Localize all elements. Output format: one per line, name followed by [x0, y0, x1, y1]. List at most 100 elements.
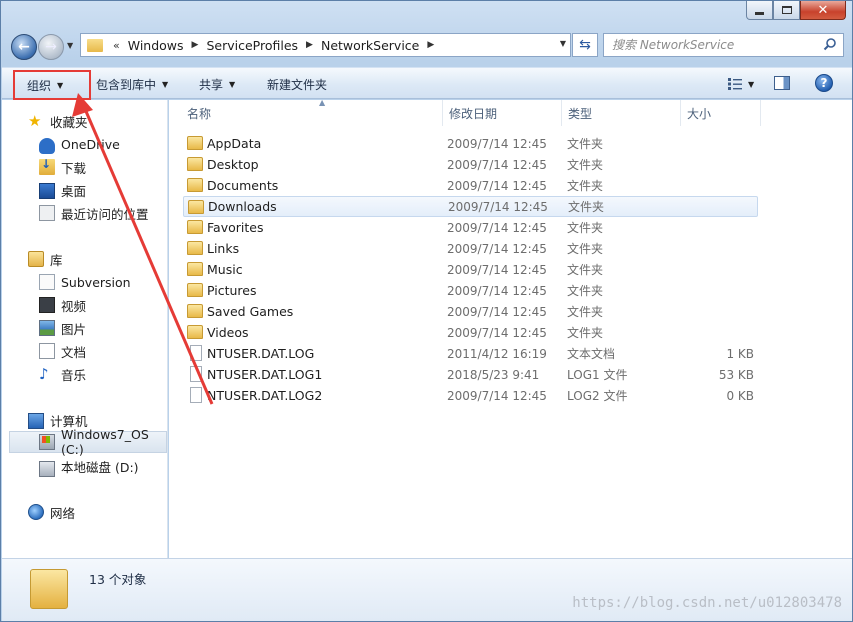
download-folder-icon	[39, 157, 55, 175]
search-icon[interactable]	[823, 37, 837, 51]
arrow-left-icon: ←	[18, 39, 30, 55]
column-date-label: 修改日期	[449, 106, 498, 121]
file-row[interactable]: Downloads 2009/7/14 12:45 文件夹	[183, 196, 758, 217]
cloud-icon	[39, 137, 55, 154]
chevron-right-icon[interactable]: ▶	[192, 40, 199, 50]
share-button[interactable]: 共享 ▼	[189, 71, 245, 97]
organize-label: 组织	[27, 78, 52, 93]
file-row[interactable]: NTUSER.DAT.LOG1 2018/5/23 9:41 LOG1 文件 53 K…	[183, 364, 758, 385]
nav-favorites-label: 收藏夹	[50, 114, 88, 130]
close-button[interactable]: ✕	[800, 1, 846, 20]
picture-icon	[39, 320, 55, 336]
nav-drive-d[interactable]: 本地磁盘 (D:)	[2, 455, 168, 477]
file-date: 2009/7/14 12:45	[447, 304, 547, 319]
file-row[interactable]: Pictures 2009/7/14 12:45 文件夹	[183, 280, 758, 301]
file-name: NTUSER.DAT.LOG	[207, 346, 315, 361]
forward-button[interactable]: →	[38, 34, 64, 60]
column-header-name[interactable]: 名称 ▲	[181, 98, 443, 126]
dropdown-arrow-icon: ▼	[162, 79, 169, 89]
search-input[interactable]	[612, 38, 822, 52]
item-count: 13 个对象	[89, 572, 147, 587]
folder-icon	[187, 220, 203, 234]
file-type: 文件夹	[567, 284, 604, 298]
new-folder-button[interactable]: 新建文件夹	[257, 71, 337, 97]
column-header-type[interactable]: 类型	[562, 100, 681, 126]
dropdown-arrow-icon: ▼	[748, 79, 755, 89]
file-row[interactable]: NTUSER.DAT.LOG 2011/4/12 16:19 文本文档 1 KB	[183, 343, 758, 364]
file-row[interactable]: Saved Games 2009/7/14 12:45 文件夹	[183, 301, 758, 322]
nav-libraries[interactable]: 库	[2, 248, 168, 270]
file-name: Pictures	[207, 283, 257, 298]
file-row[interactable]: Documents 2009/7/14 12:45 文件夹	[183, 175, 758, 196]
file-type: 文件夹	[567, 221, 604, 235]
file-date: 2009/7/14 12:45	[447, 157, 547, 172]
nav-onedrive[interactable]: OneDrive	[2, 133, 168, 155]
file-icon	[190, 366, 202, 382]
breadcrumb-serviceprofiles[interactable]: ServiceProfiles	[206, 38, 298, 53]
breadcrumb-networkservice[interactable]: NetworkService	[321, 38, 419, 53]
address-history-dropdown[interactable]: ▼	[560, 39, 566, 48]
computer-icon	[28, 413, 44, 429]
preview-pane-button[interactable]	[774, 76, 790, 90]
file-row[interactable]: Desktop 2009/7/14 12:45 文件夹	[183, 154, 758, 175]
file-row[interactable]: Favorites 2009/7/14 12:45 文件夹	[183, 217, 758, 238]
address-row: ← → ▼ « Windows ▶ ServiceProfiles ▶ Netw…	[1, 29, 853, 63]
file-date: 2009/7/14 12:45	[448, 199, 548, 214]
nav-favorites[interactable]: ★ 收藏夹	[2, 110, 168, 132]
help-button[interactable]: ?	[815, 74, 833, 92]
dropdown-arrow-icon: ▼	[57, 80, 64, 90]
library-icon	[28, 251, 44, 267]
file-row[interactable]: AppData 2009/7/14 12:45 文件夹	[183, 133, 758, 154]
folder-icon	[187, 325, 203, 339]
file-name: Favorites	[207, 220, 264, 235]
maximize-button[interactable]	[773, 1, 800, 20]
chevron-right-icon[interactable]: ▶	[427, 40, 434, 50]
nav-pictures[interactable]: 图片	[2, 317, 168, 339]
nav-subversion[interactable]: Subversion	[2, 271, 168, 293]
nav-downloads-label: 下载	[61, 160, 87, 176]
nav-libraries-label: 库	[50, 252, 63, 268]
nav-downloads[interactable]: 下载	[2, 156, 168, 178]
nav-network[interactable]: 网络	[2, 501, 168, 523]
file-date: 2009/7/14 12:45	[447, 241, 547, 256]
view-options-button[interactable]: ▼	[718, 71, 764, 97]
sort-ascending-icon: ▲	[319, 98, 326, 107]
nav-recent-places[interactable]: 最近访问的位置	[2, 202, 168, 224]
breadcrumb-overflow[interactable]: «	[113, 39, 120, 52]
nav-documents-label: 文档	[61, 344, 87, 360]
file-row[interactable]: NTUSER.DAT.LOG2 2009/7/14 12:45 LOG2 文件 0 K…	[183, 385, 758, 406]
recent-pages-dropdown[interactable]: ▼	[67, 41, 73, 50]
minimize-button[interactable]	[746, 1, 773, 20]
refresh-button[interactable]: ⇆	[572, 33, 598, 57]
file-type: 文件夹	[567, 263, 604, 277]
nav-videos[interactable]: 视频	[2, 294, 168, 316]
nav-drive-c[interactable]: Windows7_OS (C:)	[9, 427, 167, 457]
nav-videos-label: 视频	[61, 298, 87, 314]
file-date: 2018/5/23 9:41	[447, 367, 540, 382]
breadcrumb-windows[interactable]: Windows	[128, 38, 184, 53]
include-in-library-button[interactable]: 包含到库中 ▼	[86, 71, 178, 97]
nav-music[interactable]: ♪ 音乐	[2, 363, 168, 385]
file-size: 0 KB	[726, 388, 754, 403]
nav-desktop[interactable]: 桌面	[2, 179, 168, 201]
file-row[interactable]: Videos 2009/7/14 12:45 文件夹	[183, 322, 758, 343]
column-header-size[interactable]: 大小	[681, 100, 761, 126]
back-button[interactable]: ←	[11, 34, 37, 60]
column-type-label: 类型	[568, 106, 593, 121]
include-in-library-label: 包含到库中	[96, 77, 157, 92]
address-bar[interactable]: « Windows ▶ ServiceProfiles ▶ NetworkSer…	[80, 33, 571, 57]
column-name-label: 名称	[187, 106, 212, 121]
minimize-icon	[755, 11, 764, 15]
arrow-right-icon: →	[45, 39, 57, 55]
organize-button[interactable]: 组织 ▼	[13, 70, 91, 100]
folder-icon	[87, 38, 103, 52]
file-type: 文件夹	[568, 200, 605, 214]
nav-documents[interactable]: 文档	[2, 340, 168, 362]
chevron-right-icon[interactable]: ▶	[306, 40, 313, 50]
file-row[interactable]: Links 2009/7/14 12:45 文件夹	[183, 238, 758, 259]
column-header-date[interactable]: 修改日期	[443, 100, 562, 126]
file-row[interactable]: Music 2009/7/14 12:45 文件夹	[183, 259, 758, 280]
windows-drive-icon	[39, 434, 55, 450]
nav-recent-label: 最近访问的位置	[61, 206, 149, 222]
file-name: Downloads	[208, 199, 277, 214]
